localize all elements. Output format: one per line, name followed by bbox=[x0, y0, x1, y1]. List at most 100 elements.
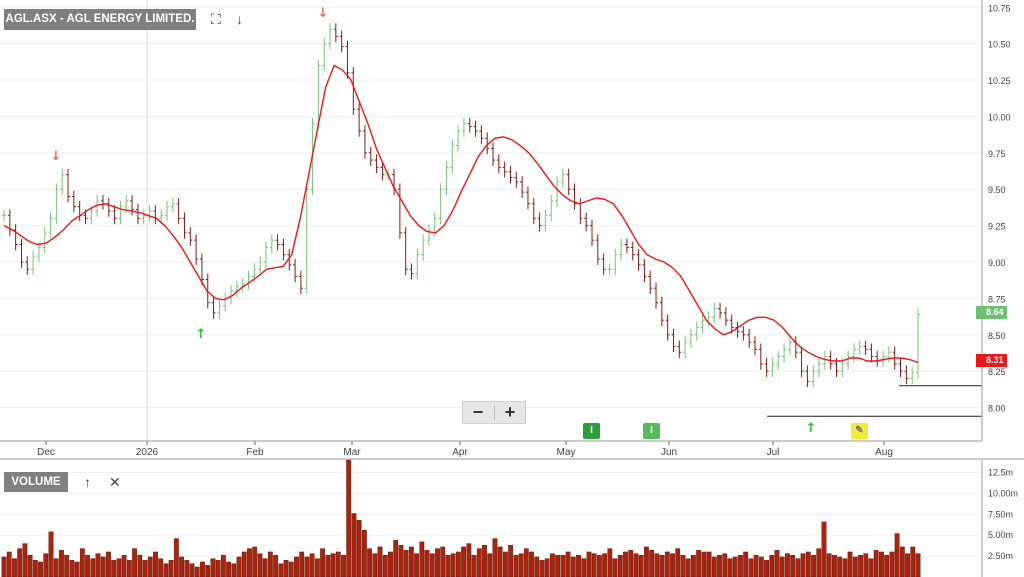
volume-bar bbox=[915, 553, 921, 577]
volume-bar bbox=[1, 556, 7, 577]
volume-bar bbox=[440, 546, 446, 577]
volume-bar bbox=[179, 556, 184, 577]
y-tick-label: 10.50 bbox=[988, 40, 1011, 50]
support-lines bbox=[767, 385, 982, 417]
volume-label: VOLUME bbox=[4, 472, 68, 492]
signal-down-arrow: ↓ bbox=[51, 149, 62, 164]
volume-bar bbox=[414, 553, 420, 577]
volume-bar bbox=[173, 538, 179, 577]
volume-y-tick-label: 7.50m bbox=[988, 509, 1013, 519]
volume-bar bbox=[189, 563, 195, 577]
volume-bar bbox=[837, 556, 843, 577]
volume-bar bbox=[346, 459, 352, 577]
volume-bar bbox=[607, 548, 613, 577]
volume-bar bbox=[32, 560, 38, 577]
zoom-in-button[interactable]: + bbox=[495, 402, 525, 423]
volume-bar bbox=[523, 548, 529, 577]
axes: 10.75 10.50 10.25 10.00 9.75 9.50 9.25 9.00 8.75… bbox=[0, 0, 1024, 577]
volume-bar bbox=[341, 555, 346, 577]
volume-bar bbox=[597, 555, 602, 577]
zoom-out-button[interactable]: − bbox=[463, 402, 493, 423]
volume-bar bbox=[617, 555, 623, 577]
volume-y-tick-label: 5.00m bbox=[988, 530, 1013, 540]
volume-bar bbox=[241, 551, 247, 577]
volume-bar bbox=[894, 533, 900, 577]
y-tick-label: 10.25 bbox=[988, 76, 1011, 86]
volume-bar bbox=[367, 548, 372, 577]
volume-bar bbox=[769, 555, 775, 577]
volume-bar bbox=[612, 558, 618, 577]
volume-bar bbox=[466, 543, 472, 577]
volume-bar bbox=[680, 555, 686, 577]
volume-bar bbox=[758, 556, 764, 577]
volume-bar bbox=[408, 546, 414, 577]
volume-bar bbox=[304, 556, 310, 577]
x-tick-label: Aug bbox=[875, 447, 893, 458]
volume-bar bbox=[790, 555, 796, 577]
close-icon[interactable]: ✕ bbox=[109, 475, 121, 489]
volume-bar bbox=[403, 550, 409, 577]
volume-bar bbox=[184, 560, 190, 577]
volume-bar bbox=[69, 560, 75, 577]
volume-bar bbox=[435, 548, 440, 577]
volume-bar bbox=[424, 550, 430, 577]
volume-bar bbox=[701, 551, 707, 577]
volume-bar bbox=[800, 553, 806, 577]
volume-bar bbox=[852, 556, 858, 577]
volume-bar bbox=[200, 561, 205, 577]
volume-bar bbox=[278, 563, 284, 577]
volume-bar bbox=[38, 561, 43, 577]
volume-bar bbox=[419, 541, 425, 577]
volume-bar bbox=[779, 556, 785, 577]
volume-bar bbox=[351, 513, 357, 577]
volume-bar bbox=[638, 555, 644, 577]
volume-bar bbox=[482, 545, 487, 577]
volume-bar bbox=[429, 553, 435, 577]
event-marker-1[interactable]: I bbox=[583, 423, 600, 439]
volume-bar bbox=[126, 560, 132, 577]
volume-bar bbox=[267, 551, 273, 577]
x-tick-label: Apr bbox=[452, 447, 468, 458]
volume-bar bbox=[64, 555, 70, 577]
volume-bar bbox=[508, 545, 514, 577]
volume-bar bbox=[889, 551, 895, 577]
volume-bar bbox=[706, 551, 712, 577]
volume-bar bbox=[252, 546, 258, 577]
volume-bar bbox=[863, 553, 869, 577]
volume-bar bbox=[539, 560, 545, 577]
pencil-icon[interactable]: ✎ bbox=[851, 423, 868, 439]
volume-bar bbox=[899, 546, 905, 577]
volume-bar bbox=[330, 553, 336, 577]
volume-bar bbox=[727, 558, 733, 577]
volume-bar bbox=[711, 556, 717, 577]
event-marker-2[interactable]: I bbox=[643, 423, 660, 439]
volume-bar bbox=[388, 551, 393, 577]
volume-bar bbox=[748, 558, 754, 577]
volume-bar bbox=[805, 551, 811, 577]
volume-bar bbox=[550, 553, 555, 577]
volume-bar bbox=[398, 545, 404, 577]
volume-bar bbox=[215, 560, 221, 577]
volume-bar bbox=[905, 553, 910, 577]
ma-line bbox=[3, 64, 919, 364]
volume-bar bbox=[116, 558, 122, 577]
volume-bar bbox=[670, 553, 675, 577]
volume-bar bbox=[335, 551, 341, 577]
volume-bar bbox=[48, 531, 54, 577]
volume-bar bbox=[231, 563, 237, 577]
volume-bar bbox=[628, 550, 634, 577]
volume-bar bbox=[826, 553, 832, 577]
volume-bar bbox=[168, 560, 174, 577]
volume-bar bbox=[22, 543, 28, 577]
volume-bar bbox=[717, 555, 722, 577]
y-tick-label: 9.25 bbox=[988, 222, 1006, 232]
arrow-down-icon[interactable]: ↓ bbox=[236, 12, 243, 26]
last-price-tag: 8.64 bbox=[976, 306, 1007, 319]
volume-bar bbox=[633, 553, 639, 577]
fullscreen-icon[interactable]: ⛶ bbox=[211, 12, 221, 26]
y-tick-label: 10.75 bbox=[988, 3, 1011, 13]
volume-bar bbox=[226, 561, 231, 577]
arrow-up-icon[interactable]: ↑ bbox=[84, 475, 91, 489]
volume-bar bbox=[534, 556, 540, 577]
volume-bar bbox=[842, 558, 848, 577]
